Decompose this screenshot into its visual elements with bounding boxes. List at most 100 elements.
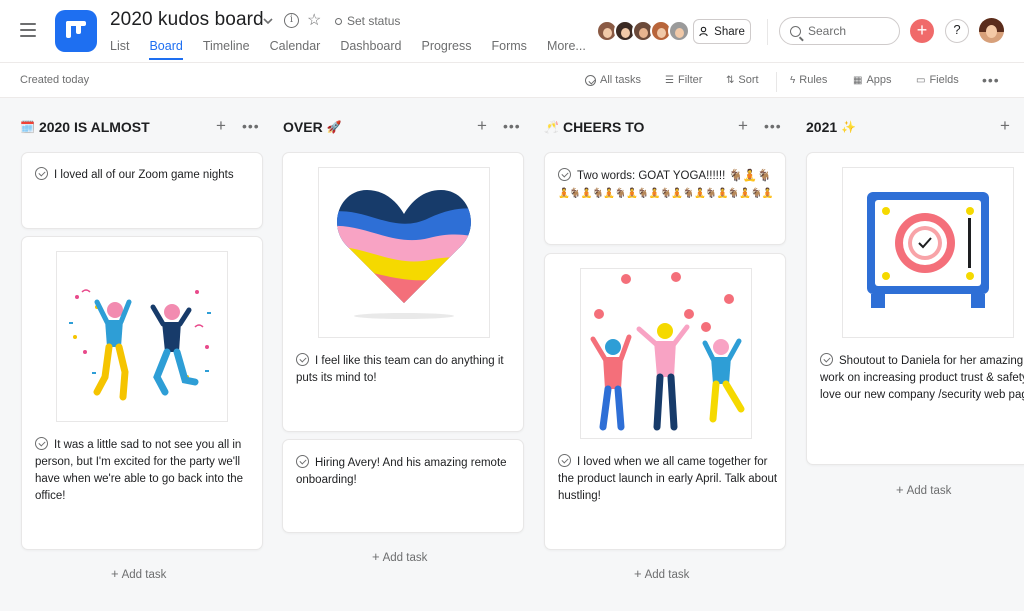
divider [767,19,768,45]
search-input[interactable]: Search [779,17,900,45]
divider [776,72,777,92]
tab-timeline[interactable]: Timeline [203,39,250,59]
avatar[interactable] [668,20,690,42]
chevron-down-icon[interactable] [261,14,275,28]
column-more-icon[interactable]: ••• [764,118,782,134]
card-text-content: I loved all of our Zoom game nights [54,169,234,181]
task-card[interactable]: Hiring Avery! And his amazing remote onb… [282,439,524,533]
fields-button[interactable]: ▭ Fields [916,74,959,86]
tab-dashboard[interactable]: Dashboard [340,39,401,59]
apps-button[interactable]: ▦ Apps [853,74,892,86]
card-text-content: Shoutout to Daniela for her amazing work… [820,355,1024,401]
filter-label: Filter [677,74,703,86]
card-text: Two words: GOAT YOGA!!!!!! 🐐🧘🐐 [558,168,782,185]
all-tasks-button[interactable]: All tasks [585,74,641,86]
quick-add-button[interactable]: + [910,19,934,43]
complete-check-icon[interactable] [296,353,309,366]
complete-check-icon[interactable] [296,455,309,468]
member-avatars[interactable] [596,20,690,42]
column-header[interactable]: 🗓️ 2020 IS ALMOST [20,119,150,135]
tab-more[interactable]: More... [547,39,586,59]
status-label: Set status [347,14,401,28]
card-text-content: It was a little sad to not see you all i… [35,439,244,502]
menu-icon[interactable] [20,23,36,37]
tab-calendar[interactable]: Calendar [270,39,321,59]
column-title: OVER [283,119,323,135]
help-button[interactable]: ? [945,19,969,43]
task-card[interactable]: I loved all of our Zoom game nights [21,152,263,229]
share-label: Share [714,25,745,38]
safe-illustration [842,167,1014,338]
view-tabs: List Board Timeline Calendar Dashboard P… [110,39,606,60]
column-more-icon[interactable]: ••• [503,118,521,134]
complete-check-icon[interactable] [35,437,48,450]
column-header[interactable]: 🥂 CHEERS TO [544,119,644,135]
add-task-button[interactable]: + Add task [111,566,166,581]
card-text: I feel like this team can do anything it… [296,353,518,387]
column-header[interactable]: OVER 🚀 [283,119,342,135]
heart-image [337,190,471,319]
filter-button[interactable]: ☰ Filter [665,74,702,86]
search-icon [790,25,801,37]
person-add-icon [699,26,708,37]
card-text: I loved all of our Zoom game nights [35,167,255,184]
column-header[interactable]: 2021 ✨ [806,119,856,135]
add-task-icon[interactable]: + [1000,116,1010,136]
project-title[interactable]: 2020 kudos board [110,9,264,31]
add-task-button[interactable]: + Add task [372,549,427,564]
info-icon[interactable]: i [284,13,299,28]
tab-progress[interactable]: Progress [421,39,471,59]
calendar-icon: 🗓️ [20,120,35,134]
complete-check-icon[interactable] [35,167,48,180]
complete-check-icon[interactable] [820,353,833,366]
column-title: 2021 [806,119,838,135]
column-title: CHEERS TO [562,119,645,135]
add-task-icon[interactable]: + [738,116,748,136]
sort-label: Sort [738,74,759,86]
task-card[interactable]: It was a little sad to not see you all i… [21,236,263,550]
status-dot-icon [335,17,342,25]
task-card[interactable]: Shoutout to Daniela for her amazing work… [806,152,1024,465]
sort-button[interactable]: ⇅ Sort [726,74,759,86]
complete-check-icon[interactable] [558,168,571,181]
add-task-icon[interactable]: + [216,116,226,136]
apps-label: Apps [866,74,892,86]
more-options-icon[interactable]: ••• [982,72,1000,88]
filter-icon: ☰ [665,74,674,86]
card-text-content: Hiring Avery! And his amazing remote onb… [296,457,507,486]
add-task-icon[interactable]: + [477,116,487,136]
rules-label: Rules [799,74,828,86]
top-bar: 2020 kudos board i ☆ Set status List Boa… [0,0,1024,62]
add-task-button[interactable]: + Add task [896,482,951,497]
card-text: I loved when we all came together for th… [558,454,780,505]
rules-button[interactable]: ϟ Rules [790,74,827,86]
task-card[interactable]: Two words: GOAT YOGA!!!!!! 🐐🧘🐐 🧘🐐🧘🐐🧘🐐🧘🐐🧘… [544,152,786,245]
tab-list[interactable]: List [110,39,129,59]
column-more-icon[interactable]: ••• [242,118,260,134]
column-title: 2020 IS ALMOST [38,119,150,135]
tab-forms[interactable]: Forms [492,39,527,59]
set-status-button[interactable]: Set status [335,14,400,28]
lightning-icon: ϟ [790,74,796,86]
task-card[interactable]: I feel like this team can do anything it… [282,152,524,432]
add-task-button[interactable]: + Add task [634,566,689,581]
share-button[interactable]: Share [693,19,751,44]
task-card[interactable]: I loved when we all came together for th… [544,253,786,550]
add-task-label: Add task [121,569,167,581]
safe-image [867,192,989,308]
sparkles-icon: ✨ [841,120,857,134]
check-circle-icon [585,74,596,86]
fields-label: Fields [929,74,959,86]
all-tasks-label: All tasks [600,74,641,86]
tab-board[interactable]: Board [149,39,184,60]
user-avatar[interactable] [979,18,1004,43]
complete-check-icon[interactable] [558,454,571,467]
apps-grid-icon: ▦ [853,74,863,86]
card-text: Shoutout to Daniela for her amazing work… [820,353,1024,404]
star-icon[interactable]: ☆ [307,10,321,30]
sub-toolbar: Created today All tasks ☰ Filter ⇅ Sort ϟR… [0,62,1024,98]
add-task-label: Add task [382,552,428,564]
heart-illustration [318,167,490,338]
dancing-people-illustration [56,251,228,422]
juggling-people-image [590,272,745,431]
